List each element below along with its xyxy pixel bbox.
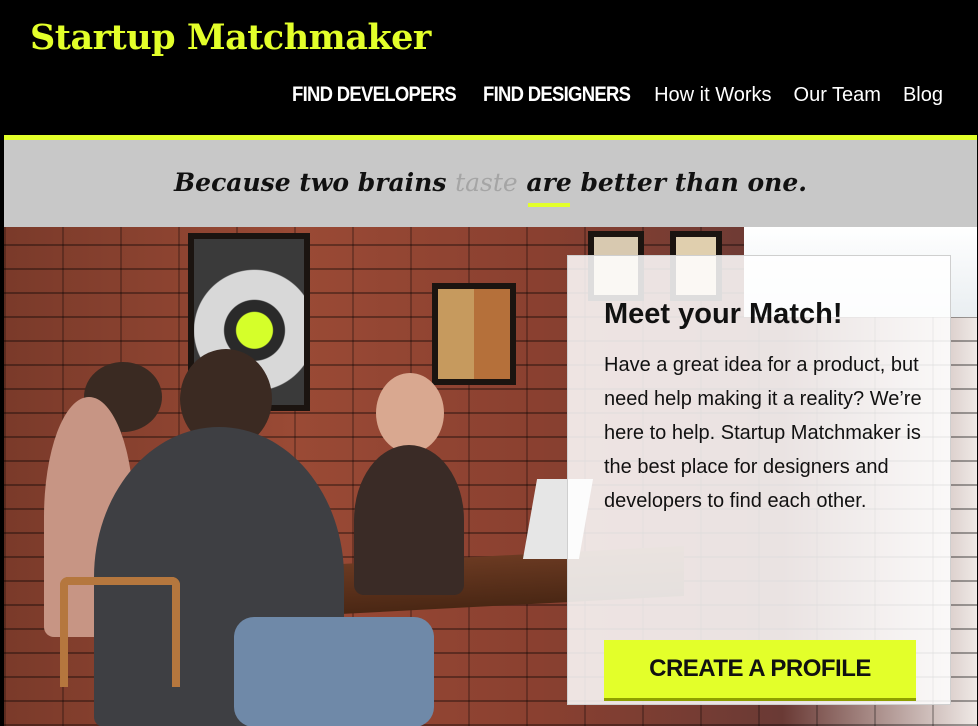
person-jeans: [234, 617, 434, 726]
nav-blog[interactable]: Blog: [903, 84, 943, 107]
main-nav: FIND DEVELOPERS FIND DESIGNERS How it Wo…: [292, 83, 943, 107]
nav-how-it-works[interactable]: How it Works: [654, 84, 771, 107]
callout-body: Have a great idea for a product, but nee…: [604, 354, 922, 512]
callout-title: Meet your Match!: [604, 298, 843, 330]
wall-art-frame: [432, 283, 516, 385]
page: Startup Matchmaker FIND DEVELOPERS FIND …: [4, 3, 977, 726]
meet-your-match-callout: Meet your Match! Have a great idea for a…: [567, 255, 951, 705]
tagline-text-before: Because two brains: [174, 168, 456, 197]
tagline-text-after: better than one.: [571, 168, 807, 197]
tagline-band: Because two brains taste are better than…: [4, 140, 977, 227]
create-profile-button[interactable]: CREATE A PROFILE: [604, 640, 916, 698]
tagline-struck-word: taste: [455, 168, 518, 197]
nav-find-designers[interactable]: FIND DESIGNERS: [483, 83, 631, 107]
person-man-right-head: [376, 373, 444, 453]
nav-our-team[interactable]: Our Team: [794, 84, 881, 107]
site-logo[interactable]: Startup Matchmaker: [30, 17, 431, 58]
person-man-right: [354, 445, 464, 595]
hero-photo: Meet your Match! Have a great idea for a…: [4, 227, 977, 726]
tagline-underlined-word: are: [526, 168, 572, 197]
nav-find-developers[interactable]: FIND DEVELOPERS: [292, 83, 457, 107]
site-header: Startup Matchmaker FIND DEVELOPERS FIND …: [4, 3, 977, 135]
wooden-chair: [60, 577, 180, 687]
tagline: Because two brains taste are better than…: [4, 168, 977, 197]
